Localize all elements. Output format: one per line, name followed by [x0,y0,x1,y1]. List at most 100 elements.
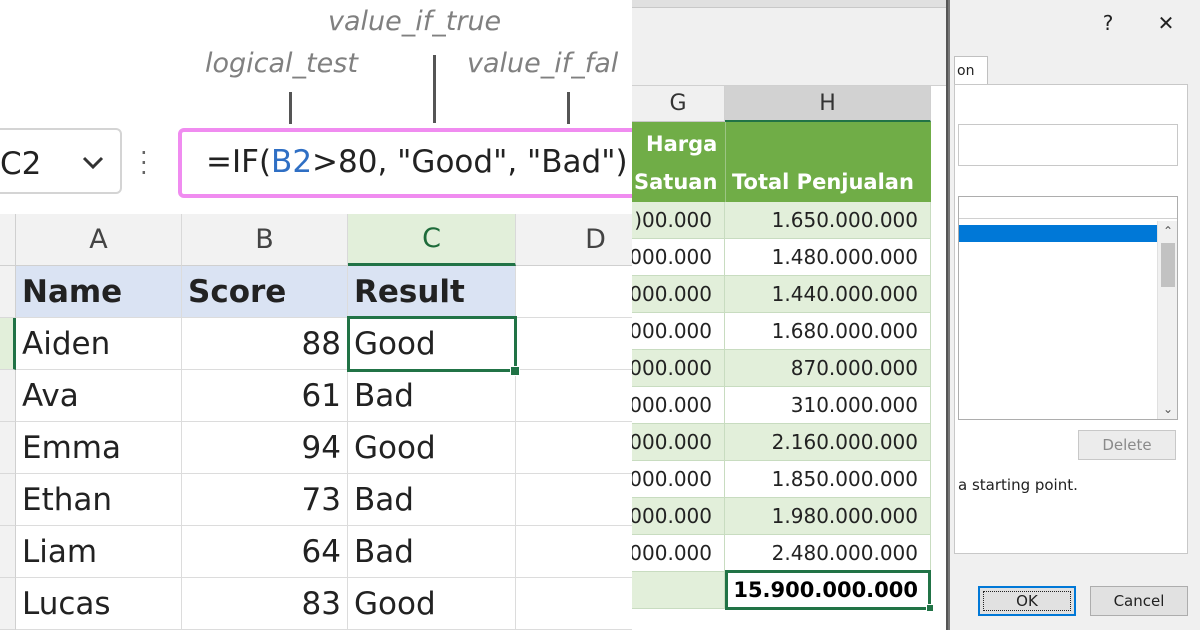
cell-harga[interactable]: 000.000 [632,498,725,535]
cell-harga[interactable]: 000.000 [632,461,725,498]
cell-harga[interactable]: 000.000 [632,350,725,387]
focus-rectangle [983,591,1071,611]
cell-score[interactable]: 88 [182,318,348,370]
column-header-c[interactable]: C [348,214,516,266]
cell-harga[interactable]: 000.000 [632,424,725,461]
formula-prefix: =IF( [206,144,272,180]
delete-button[interactable]: Delete [1078,430,1176,460]
cell-score[interactable]: 64 [182,526,348,578]
cell-name[interactable]: Ethan [16,474,182,526]
row-header[interactable] [0,318,16,370]
column-header-b[interactable]: B [182,214,348,266]
total-cell[interactable]: 15.900.000.000 [725,570,931,610]
cell-total[interactable]: 1.440.000.000 [725,276,931,313]
cell-total[interactable]: 2.160.000.000 [725,424,931,461]
cell-harga[interactable]: 000.000 [632,313,725,350]
cell-harga[interactable]: 000.000 [632,239,725,276]
annotation-pointer-false [567,92,570,124]
column-header-d[interactable]: D [516,214,632,266]
cell-score[interactable]: 61 [182,370,348,422]
cell-total[interactable]: 1.980.000.000 [725,498,931,535]
cell-total[interactable]: 1.680.000.000 [725,313,931,350]
help-icon[interactable]: ? [1090,8,1126,38]
row-header[interactable] [0,474,16,526]
header-satuan: Satuan [634,170,718,194]
header-cell-name[interactable]: Name [16,266,182,318]
row-header[interactable] [0,526,16,578]
select-all-corner[interactable] [0,214,16,266]
scroll-thumb[interactable] [1161,243,1175,287]
cell-harga[interactable]: 000.000 [632,276,725,313]
column-header-h[interactable]: H [725,86,931,122]
cell-name[interactable]: Aiden [16,318,182,370]
cell-total[interactable]: 1.850.000.000 [725,461,931,498]
row-header[interactable] [0,422,16,474]
empty-cell[interactable] [516,318,632,370]
cell-result[interactable]: Bad [348,526,516,578]
cell-total[interactable]: 310.000.000 [725,387,931,424]
column-header-g[interactable]: G [632,86,725,122]
header-harga-satuan[interactable]: Harga Satuan [632,122,725,202]
cancel-button[interactable]: Cancel [1090,586,1188,616]
selected-list-item[interactable] [959,225,1157,242]
cell-name[interactable]: Emma [16,422,182,474]
cell-result[interactable]: Good [348,578,516,630]
cell-name[interactable]: Ava [16,370,182,422]
worksheet-grid: A B C D Name Score Result Aiden 88 Good … [0,214,632,630]
close-icon[interactable]: ✕ [1148,8,1184,38]
header-harga: Harga [646,132,718,156]
cell-result[interactable]: Good [348,422,516,474]
cell-total[interactable]: 2.480.000.000 [725,535,931,572]
header-total-penjualan-label: Total Penjualan [732,170,914,194]
header-cell-result[interactable]: Result [348,266,516,318]
row-header[interactable] [0,266,16,318]
empty-cell[interactable] [516,266,632,318]
scroll-up-icon[interactable]: ⌃ [1158,221,1178,241]
cell-harga[interactable]: )00.000 [632,202,725,239]
formula-bar[interactable]: =IF(B2>80, "Good", "Bad") [178,128,632,198]
ribbon-area [632,0,946,86]
annotation-value-if-true: value_if_true [328,6,502,37]
vertical-dots-icon[interactable]: · · · [140,141,148,185]
name-box[interactable]: C2 [0,128,122,194]
fill-handle[interactable] [926,604,934,612]
cell-score[interactable]: 73 [182,474,348,526]
cell-harga[interactable]: 000.000 [632,387,725,424]
ribbon-bar [632,0,946,8]
chevron-down-icon[interactable] [78,148,108,178]
cell-total[interactable]: 870.000.000 [725,350,931,387]
scroll-down-icon[interactable]: ⌄ [1158,399,1178,419]
list-scrollbar[interactable]: ⌃ ⌄ [1157,221,1177,419]
name-input[interactable] [958,124,1178,166]
empty-cell[interactable] [516,370,632,422]
cell-total[interactable]: 1.650.000.000 [725,202,931,239]
item-list[interactable]: ⌃ ⌄ [958,196,1178,420]
cell-score[interactable]: 83 [182,578,348,630]
column-header-a[interactable]: A [16,214,182,266]
hint-text: a starting point. [958,476,1078,494]
header-total-penjualan[interactable]: Total Penjualan [725,122,931,202]
annotation-pointer-true [433,55,436,123]
row-header[interactable] [0,370,16,422]
dialog-tab[interactable]: on [954,56,988,84]
cell-name[interactable]: Liam [16,526,182,578]
list-header [959,197,1177,219]
annotation-pointer-test [289,92,292,124]
empty-cell[interactable] [516,578,632,630]
ok-button[interactable]: OK [978,586,1076,616]
cell-result[interactable]: Bad [348,370,516,422]
row-header[interactable] [0,578,16,630]
formula-suffix: >80, "Good", "Bad") [312,144,628,180]
cell-score[interactable]: 94 [182,422,348,474]
empty-cell[interactable] [632,572,725,609]
cell-total[interactable]: 1.480.000.000 [725,239,931,276]
cell-result[interactable]: Bad [348,474,516,526]
cell-name[interactable]: Lucas [16,578,182,630]
empty-cell[interactable] [516,422,632,474]
cell-result[interactable]: Good [348,318,516,370]
fill-handle[interactable] [510,366,520,376]
cell-harga[interactable]: 000.000 [632,535,725,572]
empty-cell[interactable] [516,474,632,526]
header-cell-score[interactable]: Score [182,266,348,318]
empty-cell[interactable] [516,526,632,578]
